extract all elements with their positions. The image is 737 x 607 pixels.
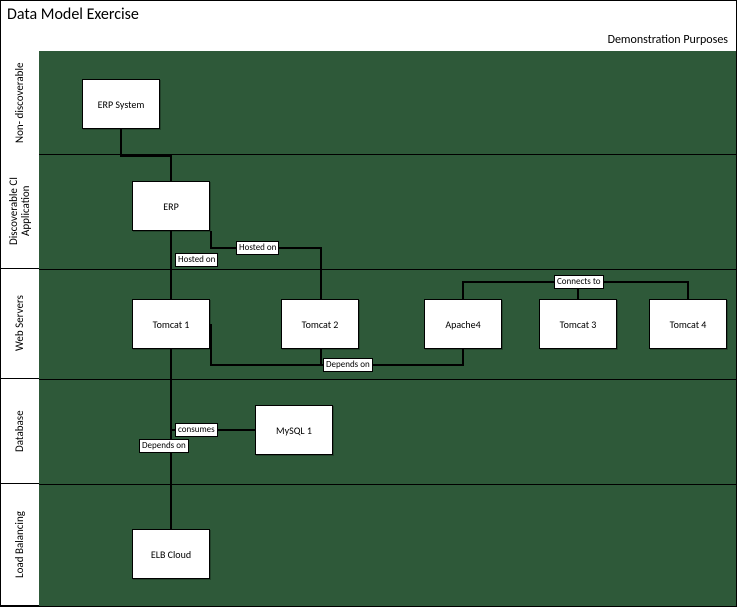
lane-label-load-balancing: Load Balancing [1, 484, 39, 606]
lane-label-non-discoverable: Non- discoverable [1, 51, 39, 154]
node-tomcat3[interactable]: Tomcat 3 [539, 299, 617, 349]
diagram-title: Data Model Exercise [7, 5, 139, 24]
edge-label-hosted-on: Hosted on [236, 241, 279, 255]
node-elb-cloud[interactable]: ELB Cloud [132, 529, 210, 579]
edge-label-connects-to: Connects to [554, 275, 604, 289]
edge-apache4-up [462, 281, 464, 299]
edge-tomcat1-to-apache4 [210, 324, 212, 366]
node-tomcat1[interactable]: Tomcat 1 [132, 299, 210, 349]
lane-label-column: Non- discoverable Discoverable CI Applic… [1, 51, 40, 606]
edge-label-hosted-on: Hosted on [175, 253, 218, 267]
node-erp[interactable]: ERP [132, 181, 210, 231]
diagram-canvas: Hosted on Hosted on consumes Depends on … [39, 51, 736, 606]
node-erp-system[interactable]: ERP System [82, 79, 160, 129]
node-mysql1[interactable]: MySQL 1 [255, 405, 333, 455]
edge-to-tomcat4 [687, 281, 689, 299]
lane-label-discoverable-ci: Discoverable CI Application [1, 154, 39, 269]
edge-label-depends-on: Depends on [139, 439, 189, 453]
node-tomcat4[interactable]: Tomcat 4 [649, 299, 727, 349]
lane-label-database: Database [1, 379, 39, 484]
lane-separator [39, 484, 736, 485]
edge-tomcat1-to-mysql1 [170, 349, 172, 431]
title-bar: Data Model Exercise [1, 1, 736, 32]
edge-label-depends-on: Depends on [323, 358, 373, 372]
edge-erp-to-tomcat2 [320, 247, 322, 299]
edge-erp-system-to-erp [170, 155, 172, 181]
edge-erp-to-tomcat2 [210, 231, 212, 241]
diagram-root: Data Model Exercise Demonstration Purpos… [0, 0, 737, 607]
diagram-subtitle: Demonstration Purposes [608, 33, 728, 47]
subtitle-bar: Demonstration Purposes [1, 31, 736, 52]
node-tomcat2[interactable]: Tomcat 2 [281, 299, 359, 349]
node-apache4[interactable]: Apache4 [424, 299, 502, 349]
edge-erp-to-tomcat1 [170, 231, 172, 299]
lane-label-web-servers: Web Servers [1, 269, 39, 379]
edge-label-consumes: consumes [175, 423, 218, 437]
lane-separator [39, 379, 736, 380]
lane-separator [39, 269, 736, 270]
edge-erp-system-to-erp [120, 129, 122, 155]
edge-erp-system-to-erp [120, 155, 172, 157]
edge-apache4-join [462, 349, 464, 366]
